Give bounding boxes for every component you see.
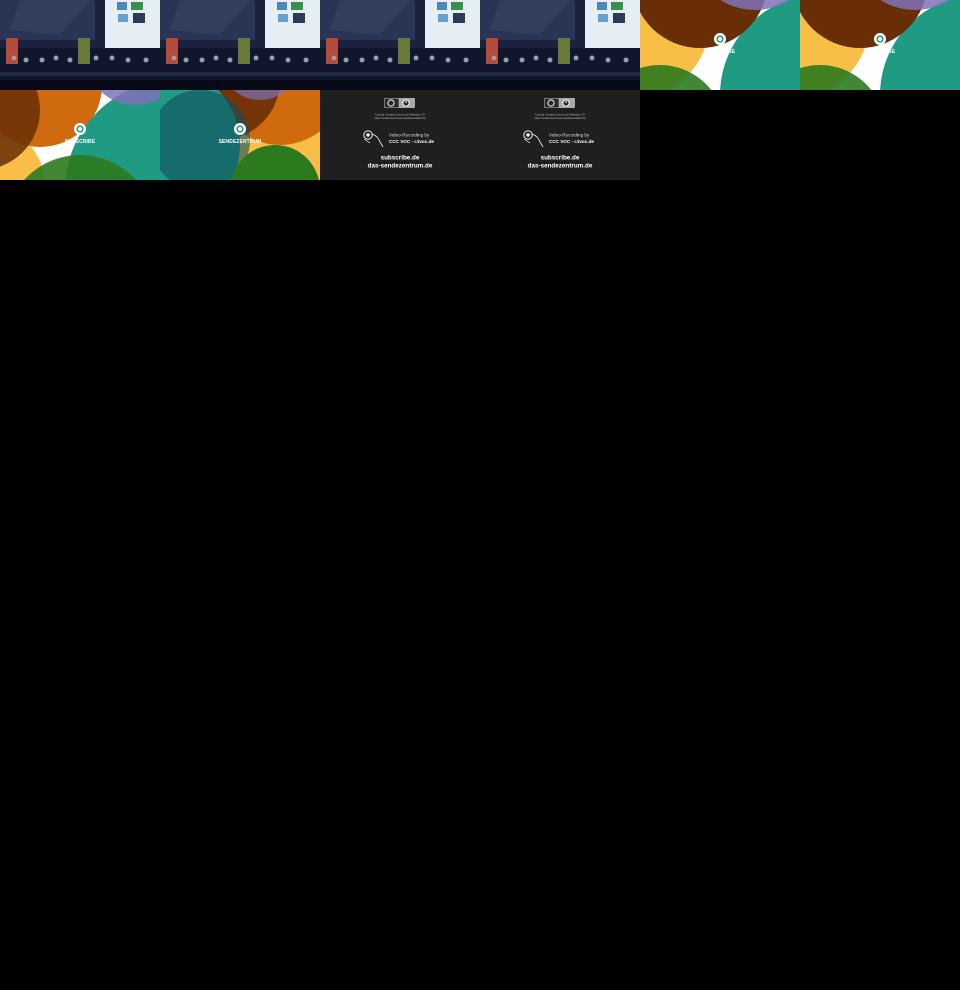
recording-label: Video-Recording by	[549, 133, 590, 138]
stage-photo-tile	[320, 0, 480, 90]
credits-card: License: Creative Commons Attribution 4.…	[480, 90, 640, 180]
logo-artwork: SENDEZENTRUM	[160, 90, 320, 180]
sendezentrum-logo-icon	[234, 123, 246, 135]
recording-label: Video-Recording by	[389, 133, 430, 138]
site-subscribe: subscribe.de	[381, 155, 420, 162]
subscribe-logo-tile: SUBSCRIBE	[0, 90, 160, 180]
recording-by: CCC VOC - c3voc.de	[389, 139, 434, 144]
subscribe-logo-icon	[74, 123, 86, 135]
stage-photo-tile	[160, 0, 320, 90]
subscribe-logo-icon	[874, 33, 886, 45]
subscribe-logo-icon	[714, 33, 726, 45]
credits-tile: License: Creative Commons Attribution 4.…	[320, 90, 480, 180]
stage-scene	[320, 0, 480, 90]
logo-artwork: SUBSCRIBE	[640, 0, 800, 90]
stage-photo-tile	[480, 0, 640, 90]
logo-artwork: SUBSCRIBE	[0, 90, 160, 180]
cc-by-icon	[384, 98, 415, 108]
license-line: License: Creative Commons Attribution 4.…	[375, 113, 425, 117]
logo-label: SUBSCRIBE	[705, 49, 736, 55]
logo-label: SUBSCRIBE	[65, 139, 96, 145]
credits-card: License: Creative Commons Attribution 4.…	[320, 90, 480, 180]
license-line: License: Creative Commons Attribution 4.…	[535, 113, 585, 117]
stage-photo-tile	[0, 0, 160, 90]
contact-sheet: SUBSCRIBE SUBSCRIBE SUBSCRIBE SENDEZENTR…	[0, 0, 960, 180]
logo-label: SENDEZENTRUM	[219, 139, 262, 145]
subscribe-logo-tile: SUBSCRIBE	[640, 0, 800, 90]
logo-artwork: SUBSCRIBE	[800, 0, 960, 90]
stage-scene	[480, 0, 640, 90]
cc-by-icon	[544, 98, 575, 108]
stage-scene	[0, 0, 160, 90]
subscribe-logo-tile: SUBSCRIBE	[800, 0, 960, 90]
logo-label: SUBSCRIBE	[865, 49, 896, 55]
license-url: https://creativecommons.org/licenses/by/…	[534, 116, 585, 120]
site-subscribe: subscribe.de	[541, 155, 580, 162]
site-sendezentrum: das-sendezentrum.de	[528, 163, 593, 170]
site-sendezentrum: das-sendezentrum.de	[368, 163, 433, 170]
license-url: https://creativecommons.org/licenses/by/…	[374, 116, 425, 120]
recording-by: CCC VOC - c3voc.de	[549, 139, 594, 144]
stage-scene	[160, 0, 320, 90]
credits-tile: License: Creative Commons Attribution 4.…	[480, 90, 640, 180]
sendezentrum-logo-tile: SENDEZENTRUM	[160, 90, 320, 180]
